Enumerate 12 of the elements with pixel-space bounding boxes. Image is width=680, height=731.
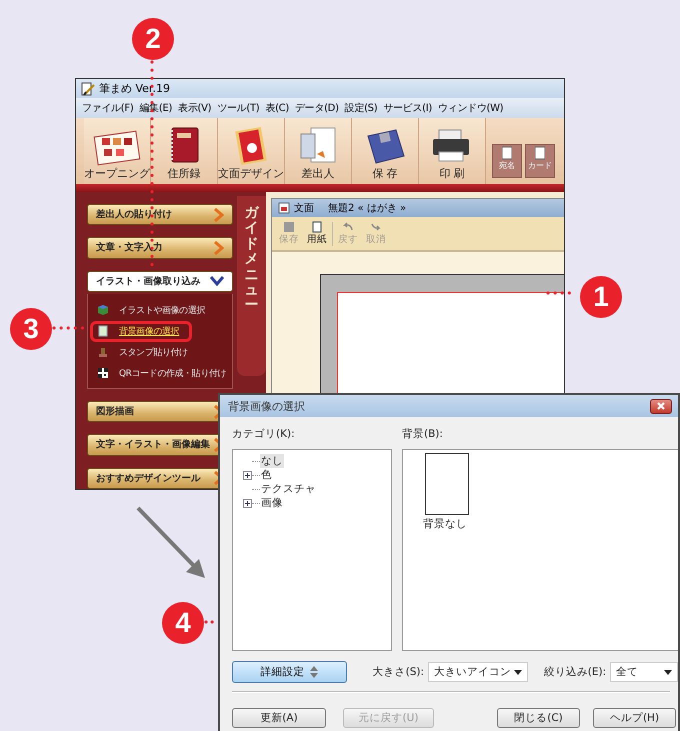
field-label: 大きさ(S): xyxy=(372,665,424,679)
field-label: カテゴリ(K): xyxy=(232,427,296,441)
document-title: 無題2 « はがき » xyxy=(328,202,406,215)
step-number: 4 xyxy=(162,602,204,644)
step-number: 3 xyxy=(10,308,52,350)
field-label: 絞り込み(E): xyxy=(544,665,606,679)
thumbnail-caption: 背景なし xyxy=(423,517,467,531)
document-type: 文面 xyxy=(294,202,314,215)
window-title: 筆まめ Ver.19 xyxy=(99,81,170,96)
step-number: 1 xyxy=(580,276,622,318)
field-label: 背景(B): xyxy=(402,427,444,441)
step-number: 2 xyxy=(132,18,174,60)
